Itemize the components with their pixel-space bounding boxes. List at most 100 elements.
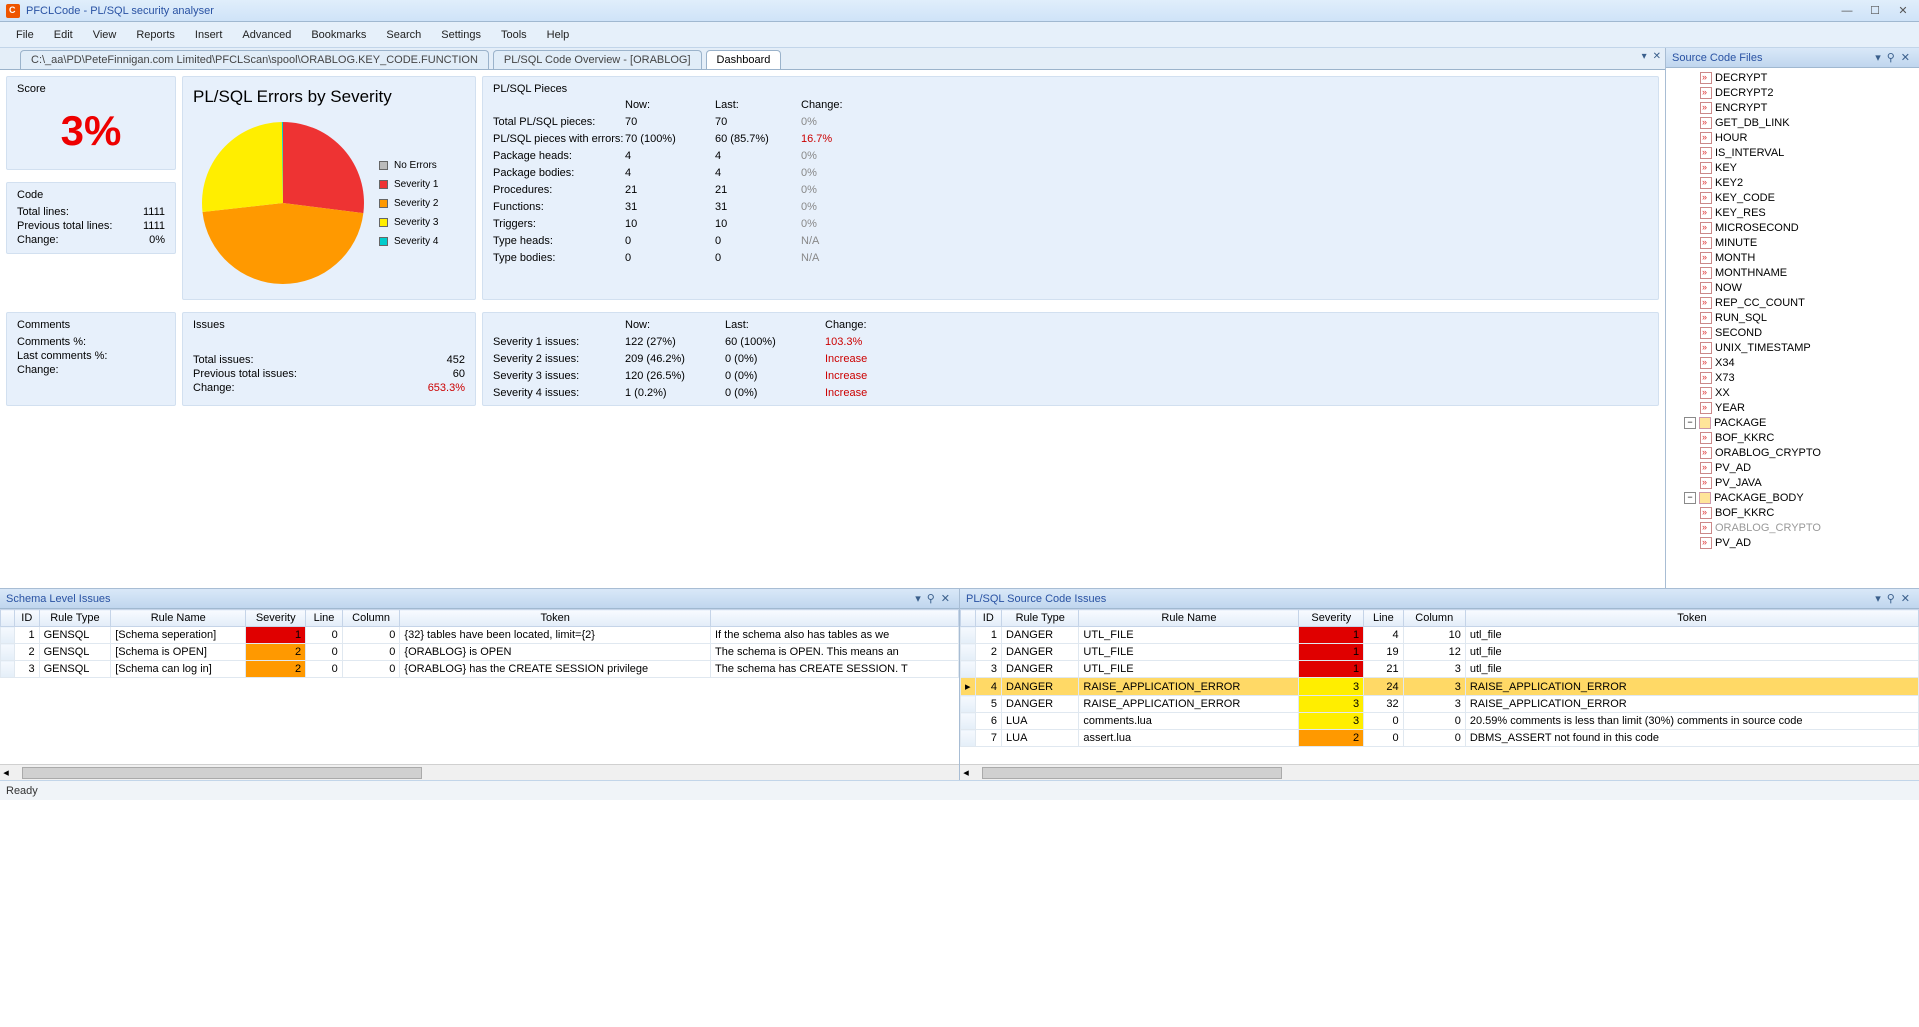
tree-file-item[interactable]: ORABLOG_CRYPTO (1668, 445, 1917, 460)
horizontal-scrollbar[interactable]: ◂ (0, 764, 959, 780)
tree-file-item[interactable]: BOF_KKRC (1668, 505, 1917, 520)
tree-file-item[interactable]: UNIX_TIMESTAMP (1668, 340, 1917, 355)
pieces-cell: 10 (715, 218, 801, 230)
severity-cell: Increase (825, 370, 945, 382)
tree-file-item[interactable]: X34 (1668, 355, 1917, 370)
table-row[interactable]: 3DANGERUTL_FILE1213utl_file (961, 661, 1919, 678)
severity-cell: Severity 3 issues: (493, 370, 625, 382)
tree-file-item[interactable]: GET_DB_LINK (1668, 115, 1917, 130)
tree-file-item[interactable]: MONTH (1668, 250, 1917, 265)
tree-file-item[interactable]: IS_INTERVAL (1668, 145, 1917, 160)
document-tab[interactable]: C:\_aa\PD\PeteFinnigan.com Limited\PFCLS… (20, 50, 489, 69)
tree-folder[interactable]: −PACKAGE_BODY (1668, 490, 1917, 505)
minimize-button[interactable]: — (1837, 4, 1857, 18)
panel-pin-icon[interactable]: ⚲ (1884, 592, 1898, 605)
tree-file-item[interactable]: BOF_KKRC (1668, 430, 1917, 445)
tab-close-icon[interactable]: ✕ (1653, 51, 1661, 62)
tree-file-item[interactable]: RUN_SQL (1668, 310, 1917, 325)
table-row[interactable]: 5DANGERRAISE_APPLICATION_ERROR3323RAISE_… (961, 696, 1919, 713)
tree-file-item[interactable]: DECRYPT (1668, 70, 1917, 85)
prev-issues-value: 60 (453, 368, 465, 380)
menu-edit[interactable]: Edit (44, 26, 83, 44)
total-lines-label: Total lines: (17, 206, 69, 218)
schema-issues-grid[interactable]: IDRule TypeRule NameSeverityLineColumnTo… (0, 609, 959, 678)
code-issues-grid[interactable]: IDRule TypeRule NameSeverityLineColumnTo… (960, 609, 1919, 747)
table-row[interactable]: 2GENSQL[Schema is OPEN]200{ORABLOG} is O… (1, 644, 959, 661)
severity-cell: 0 (0%) (725, 387, 825, 399)
tree-file-item[interactable]: PV_AD (1668, 460, 1917, 475)
column-header: Change: (801, 99, 881, 111)
column-header (493, 99, 625, 111)
total-issues-value: 452 (447, 354, 465, 366)
issues-change-label: Change: (193, 382, 235, 394)
chart-title: PL/SQL Errors by Severity (193, 83, 465, 113)
tree-file-item[interactable]: MINUTE (1668, 235, 1917, 250)
table-row[interactable]: 3GENSQL[Schema can log in]200{ORABLOG} h… (1, 661, 959, 678)
panel-close-icon[interactable]: ✕ (1898, 592, 1913, 605)
tree-file-item[interactable]: XX (1668, 385, 1917, 400)
source-tree[interactable]: DECRYPTDECRYPT2ENCRYPTGET_DB_LINKHOURIS_… (1666, 68, 1919, 588)
table-row[interactable]: 7LUAassert.lua200DBMS_ASSERT not found i… (961, 730, 1919, 747)
table-row[interactable]: 2DANGERUTL_FILE11912utl_file (961, 644, 1919, 661)
tree-file-item[interactable]: KEY2 (1668, 175, 1917, 190)
menu-view[interactable]: View (83, 26, 127, 44)
prev-issues-label: Previous total issues: (193, 368, 297, 380)
issues-title: Issues (193, 319, 465, 335)
menu-file[interactable]: File (6, 26, 44, 44)
tree-file-item[interactable]: ORABLOG_CRYPTO (1668, 520, 1917, 535)
panel-pin-icon[interactable]: ⚲ (1884, 51, 1898, 64)
tree-file-item[interactable]: KEY (1668, 160, 1917, 175)
tree-folder[interactable]: −PACKAGE (1668, 415, 1917, 430)
pieces-cell: 0% (801, 167, 881, 179)
tree-file-item[interactable]: REP_CC_COUNT (1668, 295, 1917, 310)
document-tab[interactable]: Dashboard (706, 50, 782, 69)
tree-file-item[interactable]: PV_JAVA (1668, 475, 1917, 490)
tree-file-item[interactable]: X73 (1668, 370, 1917, 385)
schema-issues-panel: Schema Level Issues ▾ ⚲ ✕ IDRule TypeRul… (0, 589, 960, 780)
menu-insert[interactable]: Insert (185, 26, 233, 44)
tree-file-item[interactable]: KEY_CODE (1668, 190, 1917, 205)
tree-file-item[interactable]: DECRYPT2 (1668, 85, 1917, 100)
tab-dropdown-icon[interactable]: ▾ (1642, 51, 1647, 62)
table-row[interactable]: 1GENSQL[Schema seperation]100{32} tables… (1, 627, 959, 644)
tree-file-item[interactable]: HOUR (1668, 130, 1917, 145)
pieces-cell: 21 (625, 184, 715, 196)
panel-close-icon[interactable]: ✕ (938, 592, 953, 605)
tree-file-item[interactable]: ENCRYPT (1668, 100, 1917, 115)
title-bar: PFCLCode - PL/SQL security analyser — ☐ … (0, 0, 1919, 22)
panel-dropdown-icon[interactable]: ▾ (1872, 592, 1884, 605)
panel-dropdown-icon[interactable]: ▾ (1872, 51, 1884, 64)
menu-reports[interactable]: Reports (126, 26, 185, 44)
legend-item: No Errors (379, 156, 438, 175)
menu-help[interactable]: Help (537, 26, 580, 44)
menu-settings[interactable]: Settings (431, 26, 491, 44)
panel-close-icon[interactable]: ✕ (1898, 51, 1913, 64)
pie-slice (203, 203, 364, 284)
tree-file-item[interactable]: MONTHNAME (1668, 265, 1917, 280)
document-tab[interactable]: PL/SQL Code Overview - [ORABLOG] (493, 50, 702, 69)
table-row[interactable]: 6LUAcomments.lua30020.59% comments is le… (961, 713, 1919, 730)
pieces-cell: 4 (715, 167, 801, 179)
tree-file-item[interactable]: MICROSECOND (1668, 220, 1917, 235)
tree-file-item[interactable]: PV_AD (1668, 535, 1917, 550)
tree-file-item[interactable]: YEAR (1668, 400, 1917, 415)
panel-dropdown-icon[interactable]: ▾ (912, 592, 924, 605)
horizontal-scrollbar[interactable]: ◂ (960, 764, 1919, 780)
pieces-cell: 4 (625, 167, 715, 179)
tree-file-item[interactable]: SECOND (1668, 325, 1917, 340)
pieces-cell: PL/SQL pieces with errors: (493, 133, 625, 145)
column-header: Last: (725, 319, 825, 331)
close-button[interactable]: ✕ (1893, 4, 1913, 18)
table-row[interactable]: ▸4DANGERRAISE_APPLICATION_ERROR3243RAISE… (961, 678, 1919, 696)
menu-bookmarks[interactable]: Bookmarks (301, 26, 376, 44)
menu-tools[interactable]: Tools (491, 26, 537, 44)
panel-pin-icon[interactable]: ⚲ (924, 592, 938, 605)
tree-file-item[interactable]: NOW (1668, 280, 1917, 295)
menu-advanced[interactable]: Advanced (232, 26, 301, 44)
table-row[interactable]: 1DANGERUTL_FILE1410utl_file (961, 627, 1919, 644)
menu-search[interactable]: Search (376, 26, 431, 44)
score-title: Score (17, 83, 165, 99)
pieces-cell: 70 (100%) (625, 133, 715, 145)
tree-file-item[interactable]: KEY_RES (1668, 205, 1917, 220)
maximize-button[interactable]: ☐ (1865, 4, 1885, 18)
